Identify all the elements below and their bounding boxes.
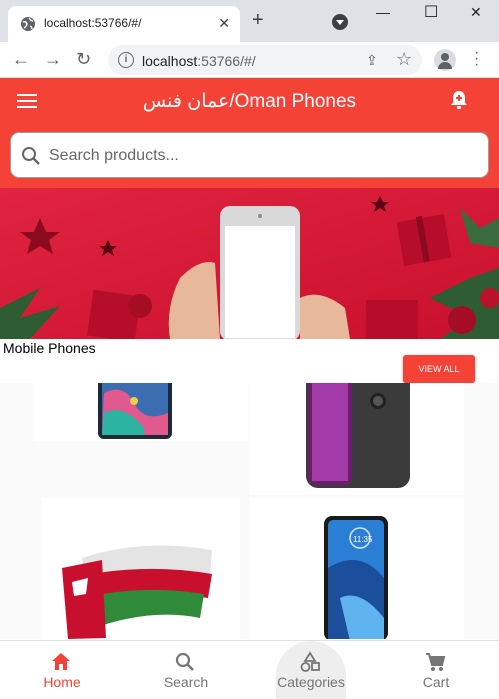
- maximize-icon[interactable]: ☐: [424, 2, 438, 22]
- categories-icon: [300, 651, 320, 672]
- cart-icon: [426, 653, 446, 671]
- search-icon: [22, 147, 40, 165]
- notification-bell-icon[interactable]: [450, 90, 468, 110]
- product-image: [98, 383, 172, 439]
- banner-image: [0, 188, 499, 339]
- back-icon[interactable]: ←: [12, 50, 30, 68]
- search-input[interactable]: Search products...: [10, 132, 489, 178]
- browser-menu-icon[interactable]: · · ·: [474, 45, 479, 73]
- tab-title: localhost:53766/#/: [44, 16, 142, 30]
- product-image: [62, 545, 212, 639]
- search-icon: [175, 652, 194, 671]
- home-icon: [52, 653, 70, 670]
- nav-home[interactable]: Home: [0, 641, 124, 699]
- globe-icon: [21, 17, 35, 31]
- nav-cart-label: Cart: [422, 674, 450, 690]
- url-text: localhost:53766/#/: [142, 53, 256, 69]
- product-card[interactable]: [250, 383, 464, 495]
- section-title: Mobile Phones: [3, 340, 96, 356]
- nav-home-label: Home: [43, 674, 81, 690]
- share-icon[interactable]: ⇪: [366, 52, 378, 69]
- nav-categories-label: Categories: [277, 674, 345, 690]
- reload-icon[interactable]: ↻: [76, 50, 91, 68]
- forward-icon[interactable]: →: [44, 50, 62, 68]
- browser-tab[interactable]: localhost:53766/#/ ✕: [8, 6, 240, 42]
- product-image: 11:35: [324, 516, 388, 639]
- browser-tab-strip: localhost:53766/#/ ✕ + — ☐ ✕: [0, 0, 499, 42]
- new-tab-icon[interactable]: +: [252, 10, 264, 30]
- search-placeholder: Search products...: [49, 147, 179, 164]
- view-all-button[interactable]: VIEW ALL: [403, 355, 475, 383]
- browser-toolbar: ← → ↻ i localhost:53766/#/ ⇪ ☆ · · ·: [0, 42, 499, 78]
- site-info-icon[interactable]: i: [118, 52, 134, 68]
- nav-search-label: Search: [163, 674, 209, 690]
- minimize-icon[interactable]: —: [376, 4, 390, 20]
- nav-categories[interactable]: Categories: [249, 641, 373, 699]
- close-window-icon[interactable]: ✕: [470, 4, 482, 21]
- nav-cart[interactable]: Cart: [374, 641, 498, 699]
- close-tab-icon[interactable]: ✕: [218, 15, 230, 32]
- bookmark-star-icon[interactable]: ☆: [396, 49, 412, 70]
- product-card[interactable]: 11:35: [250, 498, 464, 639]
- bottom-navigation: Home Search Categories Cart: [0, 640, 499, 699]
- product-image: [306, 383, 410, 488]
- address-bar[interactable]: i localhost:53766/#/ ⇪ ☆: [108, 45, 422, 75]
- promo-banner[interactable]: [0, 188, 499, 339]
- product-card[interactable]: [42, 498, 240, 639]
- product-grid: 11:35: [0, 383, 499, 639]
- product-card[interactable]: [34, 383, 248, 441]
- app-header: عمان فنس/Oman Phones Search products...: [0, 78, 499, 188]
- profile-avatar-icon[interactable]: [434, 49, 456, 71]
- svg-text:11:35: 11:35: [353, 535, 373, 544]
- app-title: عمان فنس/Oman Phones: [142, 91, 357, 112]
- nav-search[interactable]: Search: [124, 641, 248, 699]
- tab-search-icon[interactable]: [332, 14, 348, 30]
